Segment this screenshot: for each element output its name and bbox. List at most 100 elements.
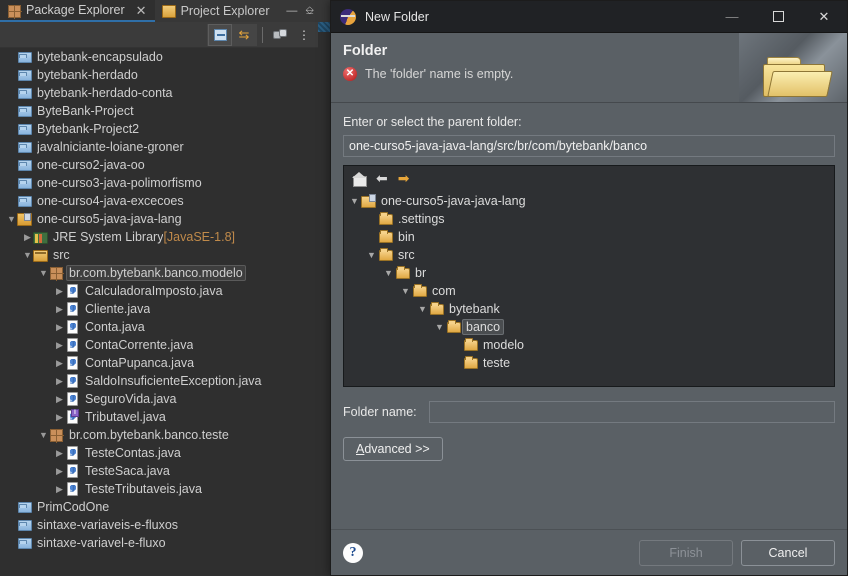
- tree-row[interactable]: bytebank-herdado: [0, 66, 318, 84]
- tree-row[interactable]: sintaxe-variavel-e-fluxo: [0, 534, 318, 552]
- view-toolbar-group: ⇆: [207, 23, 257, 46]
- tree-row[interactable]: ▼ br.com.bytebank.banco.modelo: [0, 264, 318, 282]
- tree-row[interactable]: ▶ J TesteContas.java: [0, 444, 318, 462]
- dialog-titlebar[interactable]: New Folder — ✕: [331, 1, 847, 33]
- chevron-down-icon[interactable]: ▼: [6, 214, 17, 224]
- folder-tree-row[interactable]: modelo: [344, 336, 834, 354]
- folder-tree-row[interactable]: ▼ one-curso5-java-java-lang: [344, 192, 834, 210]
- chevron-down-icon[interactable]: ▼: [22, 250, 33, 260]
- chevron-right-icon[interactable]: ▶: [54, 286, 65, 297]
- folder-tree[interactable]: ▼ one-curso5-java-java-lang .settings bin ▼ s…: [344, 190, 834, 386]
- folder-name-input[interactable]: [428, 401, 835, 423]
- folder-tree-row[interactable]: teste: [344, 354, 834, 372]
- tree-row[interactable]: ▼ br.com.bytebank.banco.teste: [0, 426, 318, 444]
- package-explorer-tree[interactable]: bytebank-encapsulado bytebank-herdado byte…: [0, 48, 318, 576]
- folder-tree-row[interactable]: ▼ src: [344, 246, 834, 264]
- tree-row[interactable]: bytebank-encapsulado: [0, 48, 318, 66]
- parent-folder-input[interactable]: one-curso5-java-java-lang/src/br/com/byt…: [343, 135, 835, 157]
- tree-row[interactable]: one-curso2-java-oo: [0, 156, 318, 174]
- tree-row[interactable]: Bytebank-Project2: [0, 120, 318, 138]
- chevron-down-icon[interactable]: ▼: [382, 268, 395, 278]
- tree-row[interactable]: ▶ J SeguroVida.java: [0, 390, 318, 408]
- finish-button[interactable]: Finish: [639, 539, 733, 566]
- collapse-all-icon[interactable]: [208, 23, 232, 46]
- chevron-down-icon[interactable]: ▼: [365, 250, 378, 260]
- tab-project-explorer[interactable]: Project Explorer: [154, 0, 278, 22]
- folder-closed-icon: [17, 499, 33, 515]
- back-arrow-icon[interactable]: ⬅: [376, 171, 388, 185]
- tree-row[interactable]: ▶ J Conta.java: [0, 318, 318, 336]
- java-interface-icon: JI: [65, 409, 81, 425]
- tree-row[interactable]: ▶ J Cliente.java: [0, 300, 318, 318]
- view-filters-icon[interactable]: [268, 24, 292, 46]
- tree-row[interactable]: PrimCodOne: [0, 498, 318, 516]
- tree-row[interactable]: ▶ J I Tributavel.java: [0, 408, 318, 426]
- tree-row[interactable]: ▼ one-curso5-java-java-lang: [0, 210, 318, 228]
- folder-tree-row[interactable]: ▼ com: [344, 282, 834, 300]
- project-open-icon: [361, 193, 377, 209]
- tree-row-label: sintaxe-variavel-e-fluxo: [37, 536, 166, 550]
- chevron-right-icon[interactable]: ▶: [54, 466, 65, 477]
- chevron-right-icon[interactable]: ▶: [54, 340, 65, 351]
- folder-tree-row-label: bin: [398, 230, 415, 244]
- chevron-down-icon[interactable]: ▼: [416, 304, 429, 314]
- folder-tree-row[interactable]: .settings: [344, 210, 834, 228]
- tree-row[interactable]: ▶ J ContaCorrente.java: [0, 336, 318, 354]
- home-icon[interactable]: [352, 171, 367, 187]
- help-icon[interactable]: ?: [343, 542, 363, 563]
- dialog-header: Folder ✕ The 'folder' name is empty.: [331, 33, 847, 103]
- minimize-view-icon[interactable]: —: [286, 5, 297, 17]
- chevron-down-icon[interactable]: ▼: [38, 430, 49, 440]
- tree-row[interactable]: javalniciante-loiane-groner: [0, 138, 318, 156]
- tree-row[interactable]: ▼ src: [0, 246, 318, 264]
- advanced-button[interactable]: Advanced >>: [343, 437, 443, 461]
- tree-row[interactable]: ByteBank-Project: [0, 102, 318, 120]
- link-with-editor-icon[interactable]: ⇆: [232, 24, 256, 46]
- parent-folder-label: Enter or select the parent folder:: [343, 115, 522, 129]
- chevron-right-icon[interactable]: ▶: [54, 376, 65, 387]
- chevron-right-icon[interactable]: ▶: [54, 322, 65, 333]
- minimize-button[interactable]: —: [709, 1, 755, 33]
- chevron-right-icon[interactable]: ▶: [54, 412, 65, 423]
- folder-open-icon: [412, 283, 428, 299]
- tree-row[interactable]: bytebank-herdado-conta: [0, 84, 318, 102]
- maximize-view-icon[interactable]: ⎒: [305, 5, 314, 18]
- folder-closed-icon: [17, 67, 33, 83]
- chevron-down-icon[interactable]: ▼: [433, 322, 446, 332]
- chevron-right-icon[interactable]: ▶: [54, 304, 65, 315]
- folder-tree-row-label: com: [432, 284, 456, 298]
- tree-row[interactable]: ▶ J TesteTributaveis.java: [0, 480, 318, 498]
- tree-row[interactable]: ▶ JRE System Library [JavaSE-1.8]: [0, 228, 318, 246]
- close-button[interactable]: ✕: [801, 1, 847, 33]
- folder-tree-row[interactable]: ▼ bytebank: [344, 300, 834, 318]
- cancel-button[interactable]: Cancel: [741, 539, 835, 566]
- tree-row[interactable]: ▶ J SaldoInsuficienteException.java: [0, 372, 318, 390]
- tab-close-icon[interactable]: ✕: [136, 4, 147, 17]
- folder-tree-row[interactable]: bin: [344, 228, 834, 246]
- folder-tree-row[interactable]: ▼ br: [344, 264, 834, 282]
- chevron-right-icon[interactable]: ▶: [54, 448, 65, 459]
- folder-tree-row[interactable]: ▼ banco: [344, 318, 834, 336]
- view-toolbar: ⇆ ⋮: [0, 22, 318, 48]
- chevron-right-icon[interactable]: ▶: [54, 358, 65, 369]
- chevron-down-icon[interactable]: ▼: [348, 196, 361, 206]
- chevron-right-icon[interactable]: ▶: [54, 484, 65, 495]
- maximize-button[interactable]: [755, 1, 801, 33]
- tab-package-explorer[interactable]: Package Explorer ✕: [0, 0, 155, 22]
- tree-row[interactable]: one-curso3-java-polimorfismo: [0, 174, 318, 192]
- chevron-down-icon[interactable]: ▼: [399, 286, 412, 296]
- tree-row[interactable]: ▶ J ContaPupanca.java: [0, 354, 318, 372]
- chevron-down-icon[interactable]: ▼: [38, 268, 49, 278]
- tree-row[interactable]: ▶ J TesteSaca.java: [0, 462, 318, 480]
- tree-row-label: TesteContas.java: [85, 446, 181, 460]
- tree-row-label: ContaCorrente.java: [85, 338, 194, 352]
- forward-arrow-icon[interactable]: ➡: [398, 171, 410, 185]
- view-menu-icon[interactable]: ⋮: [292, 24, 316, 46]
- tree-row[interactable]: ▶ J CalculadoraImposto.java: [0, 282, 318, 300]
- chevron-right-icon[interactable]: ▶: [22, 232, 33, 243]
- folder-closed-icon: [17, 175, 33, 191]
- chevron-right-icon[interactable]: ▶: [54, 394, 65, 405]
- folder-open-icon: [429, 301, 445, 317]
- tree-row[interactable]: sintaxe-variaveis-e-fluxos: [0, 516, 318, 534]
- tree-row[interactable]: one-curso4-java-excecoes: [0, 192, 318, 210]
